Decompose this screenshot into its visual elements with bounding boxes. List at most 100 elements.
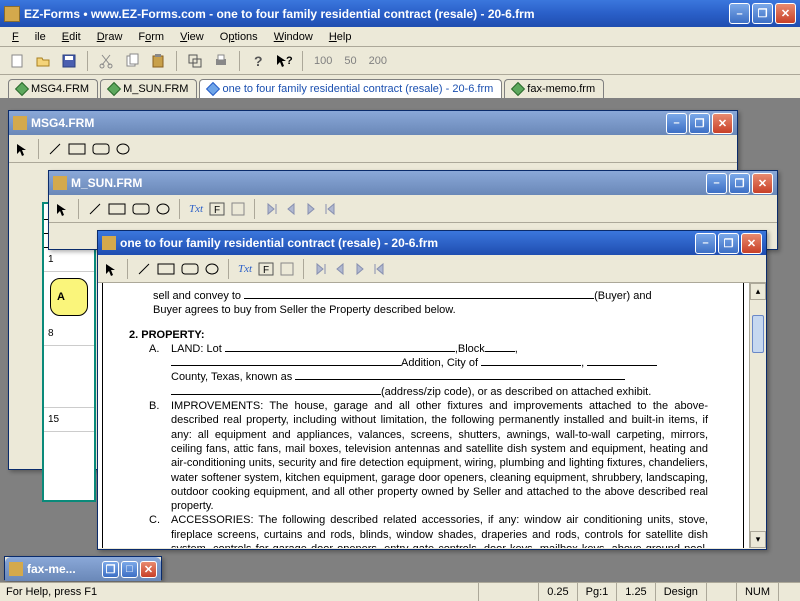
zoom-50[interactable]: 50 [340,55,360,67]
next-icon[interactable] [353,262,367,276]
next-icon[interactable] [304,202,318,216]
lot-field[interactable] [225,351,455,352]
window-title: MSG4.FRM [31,116,666,130]
print-icon[interactable] [210,50,232,72]
cascade-icon[interactable] [184,50,206,72]
maximize-button[interactable]: ❐ [729,173,750,194]
maximize-button[interactable]: ❐ [718,233,739,254]
tab-contract[interactable]: one to four family residential contract … [199,79,502,98]
roundrect-icon[interactable] [132,203,150,215]
address-field[interactable] [295,379,625,380]
menu-file[interactable]: File [4,29,54,45]
image-icon[interactable] [280,262,294,276]
scroll-up-icon[interactable]: ▴ [750,283,766,300]
text-tool-icon[interactable]: Txt [189,203,203,215]
child-toolbar [9,135,737,163]
line-icon[interactable] [48,142,62,156]
close-button[interactable]: ✕ [741,233,762,254]
rect-icon[interactable] [68,143,86,155]
status-numlock: NUM [736,583,778,601]
form-icon [53,176,67,190]
status-page: Pg:1 [577,583,617,601]
form-icon [13,116,27,130]
roundrect-icon[interactable] [92,143,110,155]
minimize-button[interactable]: – [666,113,687,134]
status-row: 0.25 [538,583,576,601]
menu-help[interactable]: Help [321,29,360,45]
window-faxmemo-minimized[interactable]: fax-me... ❐□✕ [4,556,162,580]
ellipse-icon[interactable] [156,202,170,216]
copy-icon[interactable] [121,50,143,72]
pointer-icon[interactable] [104,262,118,276]
block-field[interactable] [485,351,515,352]
menu-window[interactable]: Window [266,29,321,45]
first-icon[interactable] [264,202,278,216]
maximize-button[interactable]: ❐ [689,113,710,134]
minimize-button[interactable]: – [695,233,716,254]
close-button[interactable]: ✕ [752,173,773,194]
whatsthis-icon[interactable]: ? [273,50,295,72]
window-contract[interactable]: one to four family residential contract … [97,230,767,550]
prev-icon[interactable] [333,262,347,276]
zoom-100[interactable]: 100 [310,55,336,67]
child-toolbar: Txt F [98,255,766,283]
statusbar: For Help, press F1 0.25 Pg:1 1.25 Design… [0,582,800,601]
scroll-thumb[interactable] [752,315,764,353]
close-button[interactable]: ✕ [140,561,157,578]
help-icon[interactable]: ? [247,50,269,72]
field-icon[interactable]: F [209,201,225,217]
minimize-button[interactable]: – [706,173,727,194]
restore-button[interactable]: ❐ [102,561,119,578]
new-icon[interactable] [6,50,28,72]
maximize-button[interactable]: ❐ [752,3,773,24]
menu-draw[interactable]: Draw [89,29,131,45]
maximize-button[interactable]: □ [121,561,138,578]
rect-icon[interactable] [108,203,126,215]
calendar-highlight: A [50,278,88,316]
line-icon[interactable] [137,262,151,276]
menu-options[interactable]: Options [212,29,266,45]
pointer-icon[interactable] [15,142,29,156]
image-icon[interactable] [231,202,245,216]
roundrect-icon[interactable] [181,263,199,275]
scroll-down-icon[interactable]: ▾ [750,531,766,548]
minimize-button[interactable]: – [729,3,750,24]
close-button[interactable]: ✕ [775,3,796,24]
rect-icon[interactable] [157,263,175,275]
document-viewport[interactable]: sell and convey to (Buyer) and Buyer agr… [98,283,766,548]
close-button[interactable]: ✕ [712,113,733,134]
menu-form[interactable]: Form [130,29,172,45]
ellipse-icon[interactable] [116,142,130,156]
paste-icon[interactable] [147,50,169,72]
line-icon[interactable] [88,202,102,216]
addition-field[interactable] [171,365,401,366]
menu-view[interactable]: View [172,29,212,45]
ellipse-icon[interactable] [205,262,219,276]
vertical-scrollbar[interactable]: ▴ ▾ [749,283,766,548]
form-icon [9,562,23,576]
menu-edit[interactable]: Edit [54,29,89,45]
svg-text:F: F [214,205,220,216]
window-title: one to four family residential contract … [120,236,695,250]
tab-faxmemo[interactable]: fax-memo.frm [504,79,604,98]
text-tool-icon[interactable]: Txt [238,263,252,275]
save-icon[interactable] [58,50,80,72]
last-icon[interactable] [324,202,338,216]
status-mode: Design [655,583,706,601]
open-icon[interactable] [32,50,54,72]
city-field[interactable] [481,365,581,366]
pointer-icon[interactable] [55,202,69,216]
buyer-field[interactable] [244,298,594,299]
main-titlebar: EZ-Forms • www.EZ-Forms.com - one to fou… [0,0,800,27]
first-icon[interactable] [313,262,327,276]
prev-icon[interactable] [284,202,298,216]
zoom-200[interactable]: 200 [365,55,391,67]
tab-msg4[interactable]: MSG4.FRM [8,79,98,98]
tab-msun[interactable]: M_SUN.FRM [100,79,197,98]
mdi-area: MSG4.FRM –❐✕ Tim Month: Cal 1 A 8 15 M_S… [0,99,800,582]
last-icon[interactable] [373,262,387,276]
field-icon[interactable]: F [258,261,274,277]
svg-text:F: F [263,265,269,276]
status-col: 1.25 [616,583,654,601]
cut-icon[interactable] [95,50,117,72]
